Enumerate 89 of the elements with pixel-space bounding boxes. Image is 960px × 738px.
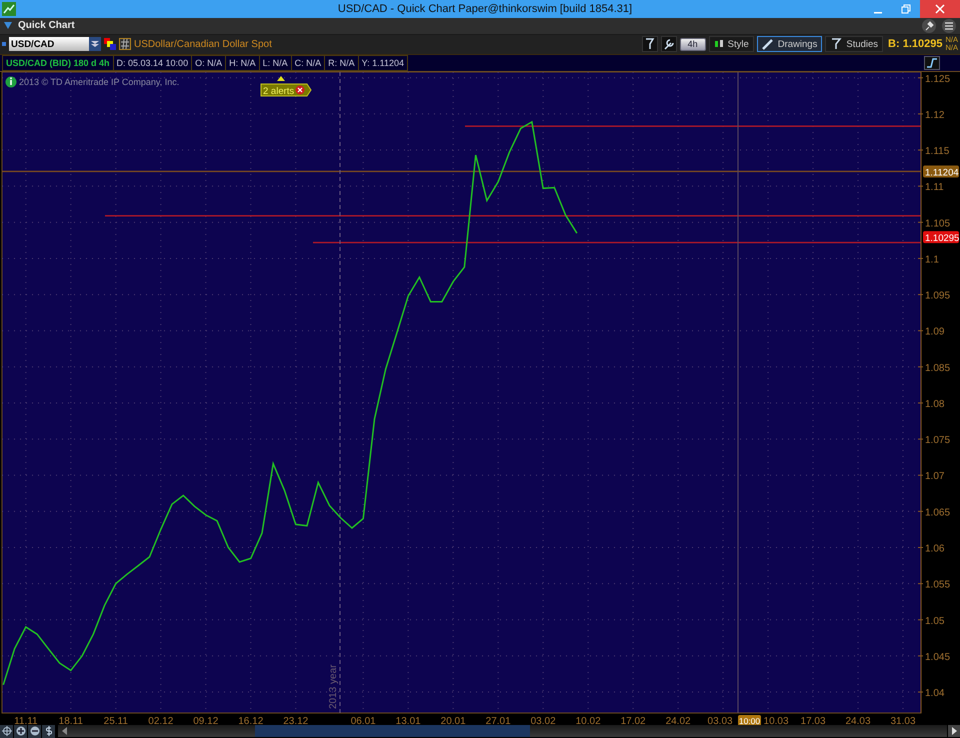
hash-icon [121, 39, 129, 50]
chart-info-title: USD/CAD (BID) 180 d 4h [2, 54, 114, 71]
toolbar-button[interactable]: Studies [825, 36, 884, 52]
color-squares-icon[interactable] [104, 38, 116, 50]
menu-button[interactable] [942, 18, 956, 33]
scroll-right-icon[interactable] [948, 725, 960, 738]
axis-label: 17.02 [620, 716, 646, 725]
alert-triangle-icon [277, 76, 285, 81]
panel-title: Quick Chart [18, 20, 75, 32]
collapse-triangle-icon[interactable] [4, 22, 12, 30]
axis-label: 1.075 [925, 435, 950, 446]
bid-price: B: 1.10295 [888, 38, 942, 50]
axis-label: 27.01 [486, 716, 511, 725]
chart-style-icon[interactable] [924, 56, 940, 70]
close-icon [935, 4, 945, 14]
restore-icon [901, 4, 911, 14]
close-button[interactable] [920, 0, 960, 18]
wrench-icon [662, 38, 675, 50]
axis-label: 1.11 [925, 182, 944, 194]
app-icon [2, 2, 16, 16]
alert-flag[interactable]: 2 alerts [260, 83, 312, 97]
minimize-icon [874, 12, 882, 14]
axis-label: 1.04 [925, 688, 944, 699]
axis-label: 1.06 [925, 543, 944, 554]
scrollbar[interactable] [58, 725, 947, 738]
axis-label: 03.02 [530, 716, 556, 725]
axis-label: 17.03 [800, 716, 826, 725]
copyright-text: 2013 © TD Ameritrade IP Company, Inc. [19, 76, 180, 87]
info-field: H: N/A [226, 54, 260, 71]
year-marker-label: 2013 year [328, 664, 339, 709]
window-title: USD/CAD - Quick Chart Paper@thinkorswim [build 1854.31] [338, 3, 632, 15]
axis-label: 31.03 [890, 716, 916, 725]
time-marker-badge: 10:00 [738, 714, 761, 725]
info-field: D: 05.03.14 10:00 [114, 54, 192, 71]
symbol-description: USDollar/Canadian Dollar Spot [134, 38, 272, 50]
axis-label: 16.12 [238, 716, 264, 725]
info-field: R: N/A [325, 54, 359, 71]
axis-label: 1.055 [925, 580, 950, 591]
axis-label: 1.08 [925, 398, 944, 410]
axis-label: 23.12 [283, 716, 308, 725]
symbol-field[interactable]: USD/CAD [9, 37, 101, 52]
axis-label: 06.01 [350, 716, 376, 725]
axis-label: 18.11 [58, 716, 83, 725]
axis-label: 1.065 [925, 507, 950, 518]
axis-label: 1.045 [925, 652, 950, 663]
axis-label: 20.01 [440, 716, 466, 725]
zoom-out-button[interactable] [28, 724, 41, 738]
info-field: Y: 1.11204 [358, 54, 408, 71]
axis-label: 10.02 [576, 716, 601, 725]
info-field: O: N/A [192, 54, 226, 71]
axis-label: 1.115 [925, 146, 950, 157]
axis-label: 13.01 [396, 716, 421, 725]
info-icon[interactable] [6, 76, 16, 88]
crosshair-button[interactable] [0, 724, 13, 738]
axis-label: 1.05 [925, 616, 944, 627]
axis-label: 24.03 [846, 716, 871, 725]
axis-label: 1.105 [925, 218, 950, 230]
close-icon[interactable] [296, 85, 304, 94]
dropdown-arrows-icon[interactable] [91, 39, 99, 50]
menu-icon [944, 20, 954, 31]
hash-button[interactable] [119, 38, 131, 50]
scrollbar-thumb[interactable] [255, 725, 530, 738]
price-badge: 1.11204 [923, 165, 959, 178]
axis-label: 02.12 [148, 716, 174, 725]
price-badge: 1.10295 [923, 231, 960, 244]
axis-label: 1.12 [925, 110, 944, 121]
axis-label: 1.1 [925, 254, 939, 266]
axis-label: 1.07 [925, 471, 944, 482]
axis-label: 03.03 [708, 716, 733, 725]
axis-label: 1.125 [925, 74, 950, 85]
horizontal-line[interactable] [465, 125, 921, 127]
wrench-button[interactable] [660, 36, 677, 52]
toolbar-button[interactable]: Drawings [756, 36, 822, 52]
info-field: C: N/A [292, 54, 326, 71]
dollar-button[interactable] [42, 724, 55, 738]
zoom-in-button[interactable] [14, 724, 27, 738]
axis-label: 1.085 [925, 362, 950, 374]
axis-label: 1.09 [925, 326, 944, 338]
toolbar-button[interactable]: Style [708, 36, 754, 52]
axis-label: 25.11 [104, 716, 128, 725]
axis-label: 11.11 [14, 716, 38, 725]
axis-label: 1.095 [925, 290, 950, 302]
info-field: L: N/A [260, 54, 292, 71]
axis-label: 10.03 [764, 716, 789, 725]
axis-label: 09.12 [193, 716, 218, 725]
scroll-left-icon[interactable] [62, 727, 68, 736]
pencil-icon [762, 38, 774, 50]
axis-label: 24.02 [666, 716, 691, 725]
aggregation-button[interactable]: 4h [680, 38, 706, 51]
